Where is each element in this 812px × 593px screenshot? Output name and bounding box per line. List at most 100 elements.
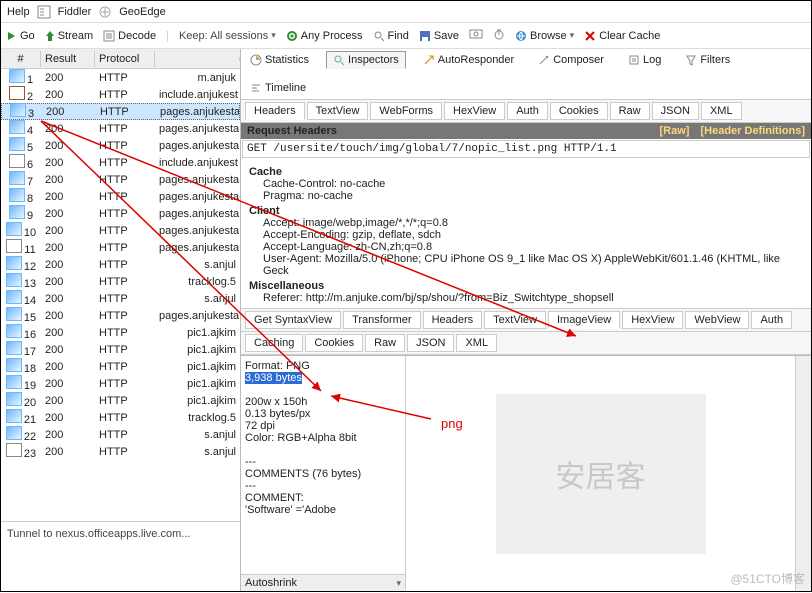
tab-filters[interactable]: Filters — [678, 51, 737, 69]
hdr-user-agent: User-Agent: Mozilla/5.0 (iPhone; CPU iPh… — [263, 253, 803, 277]
col-result[interactable]: Result — [41, 51, 95, 67]
hdr-accept: Accept: image/webp,image/*,*/*;q=0.8 — [263, 217, 803, 229]
table-row[interactable]: 18200HTTPpic1.ajkim — [1, 358, 240, 375]
subtab-textview[interactable]: TextView — [307, 102, 369, 120]
hdr-pragma: Pragma: no-cache — [263, 190, 803, 202]
table-row[interactable]: 5200HTTPpages.anjukesta — [1, 137, 240, 154]
hdr-accept-encoding: Accept-Encoding: gzip, deflate, sdch — [263, 229, 803, 241]
subtab-auth[interactable]: Auth — [507, 102, 548, 120]
tab-log[interactable]: Log — [621, 51, 668, 69]
info-size: 3,938 bytes — [245, 372, 302, 384]
tab-statistics[interactable]: Statistics — [243, 51, 316, 69]
header-defs-link[interactable]: [Header Definitions] — [700, 125, 805, 137]
tab-autoresponder[interactable]: AutoResponder — [416, 51, 521, 69]
info-color: Color: RGB+Alpha 8bit — [245, 432, 401, 444]
table-row[interactable]: 9200HTTPpages.anjukesta — [1, 205, 240, 222]
subtab-headers[interactable]: Headers — [245, 102, 305, 120]
request-headers-bar: Request Headers [Raw] [Header Definition… — [241, 123, 811, 139]
table-row[interactable]: 8200HTTPpages.anjukesta — [1, 188, 240, 205]
subtab-textview[interactable]: TextView — [484, 311, 546, 329]
subtab-transformer[interactable]: Transformer — [343, 311, 421, 329]
subtab-webforms[interactable]: WebForms — [370, 102, 442, 120]
autoshrink-dropdown[interactable]: Autoshrink▾ — [241, 574, 405, 591]
subtab-get-syntaxview[interactable]: Get SyntaxView — [245, 311, 341, 329]
request-tabs: HeadersTextViewWebFormsHexViewAuthCookie… — [241, 100, 811, 123]
table-row[interactable]: 7200HTTPpages.anjukesta — [1, 171, 240, 188]
subtab-webview[interactable]: WebView — [685, 311, 749, 329]
subtab-headers[interactable]: Headers — [423, 311, 483, 329]
clear-cache-button[interactable]: Clear Cache — [584, 30, 660, 42]
find-button[interactable]: Find — [373, 30, 409, 42]
image-preview[interactable]: 安居客 — [406, 356, 795, 591]
geoedge-icon — [97, 4, 113, 20]
table-row[interactable]: 21200HTTPtracklog.5 — [1, 409, 240, 426]
quickexec[interactable]: Tunnel to nexus.officeapps.live.com... — [1, 521, 240, 591]
table-row[interactable]: 15200HTTPpages.anjukesta — [1, 307, 240, 324]
sessions-list[interactable]: 1200HTTPm.anjuk2200HTTPinclude.anjukest3… — [1, 69, 240, 521]
table-row[interactable]: 2200HTTPinclude.anjukest — [1, 86, 240, 103]
table-row[interactable]: 3200HTTPpages.anjukesta — [1, 103, 240, 120]
info-dim: 200w x 150h — [245, 396, 401, 408]
tab-timeline[interactable]: Timeline — [243, 79, 313, 97]
tab-inspectors[interactable]: Inspectors — [326, 51, 406, 69]
col-protocol[interactable]: Protocol — [95, 51, 155, 67]
table-row[interactable]: 23200HTTPs.anjul — [1, 443, 240, 460]
menu-geoedge[interactable]: GeoEdge — [119, 6, 165, 18]
response-body: Format: PNG 3,938 bytes 200w x 150h 0.13… — [241, 355, 811, 591]
screenshot-icon[interactable] — [469, 28, 483, 43]
request-line[interactable]: GET /usersite/touch/img/global/7/nopic_l… — [242, 140, 810, 158]
table-row[interactable]: 22200HTTPs.anjul — [1, 426, 240, 443]
table-row[interactable]: 1200HTTPm.anjuk — [1, 69, 240, 86]
subtab-hexview[interactable]: HexView — [622, 311, 683, 329]
table-row[interactable]: 11200HTTPpages.anjukesta — [1, 239, 240, 256]
subtab-auth[interactable]: Auth — [751, 311, 792, 329]
col-num[interactable]: # — [1, 51, 41, 67]
tab-composer[interactable]: Composer — [531, 51, 611, 69]
toolbar: Go Stream Decode | Keep: All sessions ▾ … — [1, 23, 811, 49]
scrollbar[interactable] — [795, 356, 811, 591]
request-headers[interactable]: Cache Cache-Control: no-cache Pragma: no… — [241, 159, 811, 309]
subtab-caching[interactable]: Caching — [245, 334, 303, 352]
fiddler-icon — [36, 4, 52, 20]
subtab-xml[interactable]: XML — [456, 334, 497, 352]
subtab-raw[interactable]: Raw — [610, 102, 650, 120]
subtab-xml[interactable]: XML — [701, 102, 742, 120]
stream-button[interactable]: Stream — [45, 30, 93, 42]
group-client: Client — [249, 205, 803, 217]
table-row[interactable]: 17200HTTPpic1.ajkim — [1, 341, 240, 358]
go-button[interactable]: Go — [7, 30, 35, 42]
browse-button[interactable]: Browse ▾ — [515, 30, 574, 42]
top-tabs: Statistics Inspectors AutoResponder Comp… — [241, 49, 811, 100]
raw-link[interactable]: [Raw] — [659, 125, 689, 137]
hdr-accept-language: Accept-Language: zh-CN,zh;q=0.8 — [263, 241, 803, 253]
table-row[interactable]: 4200HTTPpages.anjukesta — [1, 120, 240, 137]
table-row[interactable]: 14200HTTPs.anjul — [1, 290, 240, 307]
table-row[interactable]: 20200HTTPpic1.ajkim — [1, 392, 240, 409]
table-row[interactable]: 12200HTTPs.anjul — [1, 256, 240, 273]
subtab-json[interactable]: JSON — [652, 102, 699, 120]
decode-button[interactable]: Decode — [103, 30, 156, 42]
table-row[interactable]: 16200HTTPpic1.ajkim — [1, 324, 240, 341]
keep-dropdown[interactable]: Keep: All sessions ▾ — [179, 30, 276, 42]
table-row[interactable]: 6200HTTPinclude.anjukest — [1, 154, 240, 171]
subtab-cookies[interactable]: Cookies — [550, 102, 608, 120]
image-info-text[interactable]: Format: PNG 3,938 bytes 200w x 150h 0.13… — [241, 356, 405, 574]
hdr-referer: Referer: http://m.anjuke.com/bj/sp/shou/… — [263, 292, 803, 304]
subtab-hexview[interactable]: HexView — [444, 102, 505, 120]
timer-icon[interactable] — [493, 28, 505, 43]
info-software: 'Software' ='Adobe — [245, 504, 401, 516]
sessions-panel: # Result Protocol 1200HTTPm.anjuk2200HTT… — [1, 49, 241, 591]
subtab-cookies[interactable]: Cookies — [305, 334, 363, 352]
table-row[interactable]: 13200HTTPtracklog.5 — [1, 273, 240, 290]
save-button[interactable]: Save — [419, 30, 459, 42]
group-misc: Miscellaneous — [249, 280, 803, 292]
hdr-cache-control: Cache-Control: no-cache — [263, 178, 803, 190]
any-process-button[interactable]: Any Process — [286, 30, 363, 42]
subtab-raw[interactable]: Raw — [365, 334, 405, 352]
menu-help[interactable]: Help — [7, 6, 30, 18]
table-row[interactable]: 19200HTTPpic1.ajkim — [1, 375, 240, 392]
subtab-imageview[interactable]: ImageView — [548, 311, 620, 329]
subtab-json[interactable]: JSON — [407, 334, 454, 352]
table-row[interactable]: 10200HTTPpages.anjukesta — [1, 222, 240, 239]
menu-fiddler[interactable]: Fiddler — [58, 6, 92, 18]
